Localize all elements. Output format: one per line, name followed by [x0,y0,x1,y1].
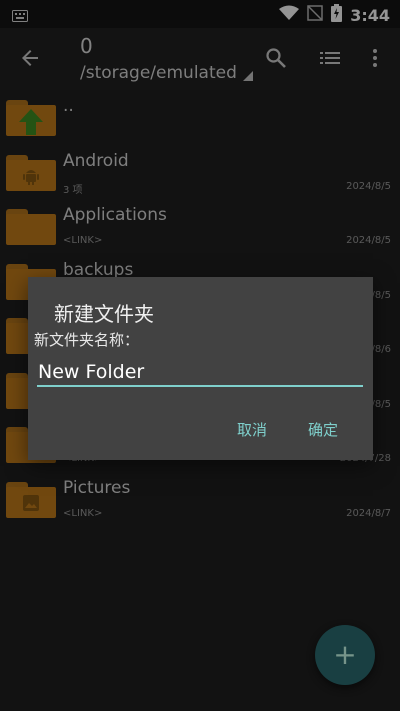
folder-name-input[interactable]: New Folder [37,357,363,387]
cancel-button[interactable]: 取消 [237,419,267,440]
confirm-button[interactable]: 确定 [308,419,338,440]
dialog-title: 新建文件夹 [54,302,154,326]
new-folder-dialog: 新建文件夹 新文件夹名称： New Folder 取消 确定 [28,277,373,460]
folder-name-label: 新文件夹名称： [34,331,140,349]
